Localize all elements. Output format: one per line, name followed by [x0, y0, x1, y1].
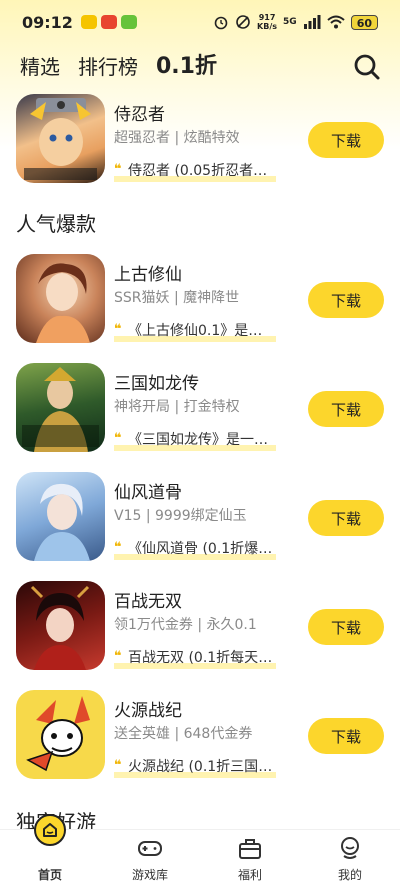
status-time: 09:12 [22, 12, 73, 32]
list-item[interactable]: 上古修仙 SSR猫妖 | 魔神降世 ❝ 《上古修仙0.1》是一款修仙游戏 下载 [0, 254, 400, 346]
game-tags: 领1万代金券 | 永久0.1 [114, 617, 257, 633]
game-description: 《仙风道骨 (0.1折爆爽版) [114, 538, 276, 560]
game-name: 仙风道骨 [114, 483, 182, 503]
game-name: 三国如龙传 [114, 374, 199, 394]
list-item[interactable]: 侍忍者 超强忍者 | 炫酷特效 ❝ 侍忍者 (0.05折忍者特效版) 下载 [0, 94, 400, 186]
game-icon [16, 254, 105, 343]
home-icon [34, 814, 66, 846]
download-button[interactable]: 下载 [308, 500, 384, 536]
network-type: 5G [283, 17, 297, 27]
nav-welfare-label: 福利 [237, 868, 262, 882]
speed-unit: KB/s [257, 22, 278, 31]
list-item[interactable]: 三国如龙传 神将开局 | 打金特权 ❝ 《三国如龙传》是一款三国游戏 下载 [0, 363, 400, 455]
app-notification-icon [100, 15, 117, 29]
download-button[interactable]: 下载 [308, 122, 384, 158]
bottom-nav: 首页 游戏库 福利 我的 [0, 814, 400, 889]
nav-home[interactable]: 首页 [0, 814, 100, 889]
game-name: 侍忍者 [114, 105, 165, 125]
game-icon [16, 94, 105, 183]
list-item[interactable]: 火源战纪 送全英雄 | 648代金券 ❝ 火源战纪 (0.1折三国版) 下载 [0, 690, 400, 782]
list-item[interactable]: 仙风道骨 V15 | 9999绑定仙玉 ❝ 《仙风道骨 (0.1折爆爽版) 下载 [0, 472, 400, 564]
network-speed: 917 KB/s [257, 13, 277, 31]
battery-indicator: 60 [350, 14, 378, 30]
game-name: 上古修仙 [114, 265, 182, 285]
game-name: 百战无双 [114, 592, 182, 612]
game-description: 《上古修仙0.1》是一款修仙游戏 [114, 320, 276, 342]
nav-game-library-label: 游戏库 [131, 868, 168, 882]
mute-icon [236, 15, 250, 29]
nav-game-library[interactable]: 游戏库 [100, 830, 200, 889]
tab-discount[interactable]: 0.1折 [156, 52, 217, 82]
list-item[interactable]: 百战无双 领1万代金券 | 永久0.1 ❝ 百战无双 (0.1折每天送充值) 下… [0, 581, 400, 673]
speed-value: 917 [258, 13, 276, 22]
game-description: 火源战纪 (0.1折三国版) [114, 756, 276, 778]
game-icon [16, 472, 105, 561]
download-button[interactable]: 下载 [308, 282, 384, 318]
download-button[interactable]: 下载 [308, 391, 384, 427]
game-icon [16, 690, 105, 779]
game-description: 百战无双 (0.1折每天送充值) [114, 647, 276, 669]
game-description: 《三国如龙传》是一款三国游戏 [114, 429, 276, 451]
status-bar: 09:12 917 KB/s 5G 60 [0, 0, 400, 44]
profile-icon [341, 837, 359, 859]
game-tags: V15 | 9999绑定仙玉 [114, 508, 247, 524]
app-notification-icon [120, 15, 137, 29]
nav-welfare[interactable]: 福利 [200, 830, 300, 889]
app-notification-icon [80, 15, 97, 29]
game-icon [16, 363, 105, 452]
search-icon[interactable] [352, 52, 382, 82]
gift-icon [239, 839, 261, 859]
wifi-icon [327, 15, 345, 29]
section-title-hot: 人气爆款 [16, 212, 96, 236]
signal-icon [303, 15, 321, 29]
game-name: 火源战纪 [114, 701, 182, 721]
game-tags: 超强忍者 | 炫酷特效 [114, 130, 240, 146]
top-tabs: 精选 排行榜 0.1折 [20, 52, 217, 82]
gamepad-icon [138, 841, 162, 856]
nav-profile-label: 我的 [337, 868, 362, 882]
nav-home-label: 首页 [37, 868, 62, 882]
download-button[interactable]: 下载 [308, 718, 384, 754]
game-icon [16, 581, 105, 670]
nav-profile[interactable]: 我的 [300, 830, 400, 889]
tab-ranking[interactable]: 排行榜 [78, 52, 138, 82]
download-button[interactable]: 下载 [308, 609, 384, 645]
tab-featured[interactable]: 精选 [20, 52, 60, 82]
game-tags: 神将开局 | 打金特权 [114, 399, 240, 415]
game-tags: 送全英雄 | 648代金券 [114, 726, 253, 742]
alarm-icon [214, 16, 228, 30]
game-description: 侍忍者 (0.05折忍者特效版) [114, 160, 276, 182]
game-tags: SSR猫妖 | 魔神降世 [114, 290, 240, 306]
status-app-icons [80, 15, 137, 29]
